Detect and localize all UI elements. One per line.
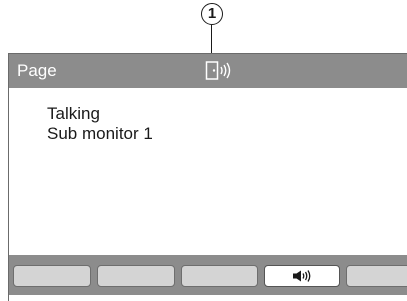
title-bar: Page (9, 54, 407, 88)
speaker-icon (293, 270, 311, 282)
status-line-target: Sub monitor 1 (47, 124, 153, 143)
screen-title: Page (17, 61, 57, 80)
door-speaker-icon (205, 61, 231, 80)
callout-marker: 1 (201, 3, 223, 25)
device-screen: Page Talking Sub monitor 1 (8, 53, 407, 301)
softkey-2[interactable] (97, 265, 175, 287)
softkey-bar (9, 255, 407, 295)
softkey-3[interactable] (181, 265, 258, 287)
softkey-1[interactable] (13, 265, 91, 287)
status-line-talking: Talking (47, 104, 100, 123)
status-message: Talking Sub monitor 1 (47, 104, 153, 144)
softkey-speaker-button[interactable] (264, 265, 340, 287)
softkey-5[interactable] (346, 265, 407, 287)
manual-illustration: 1 Page Talking Sub monitor 1 (0, 0, 407, 301)
